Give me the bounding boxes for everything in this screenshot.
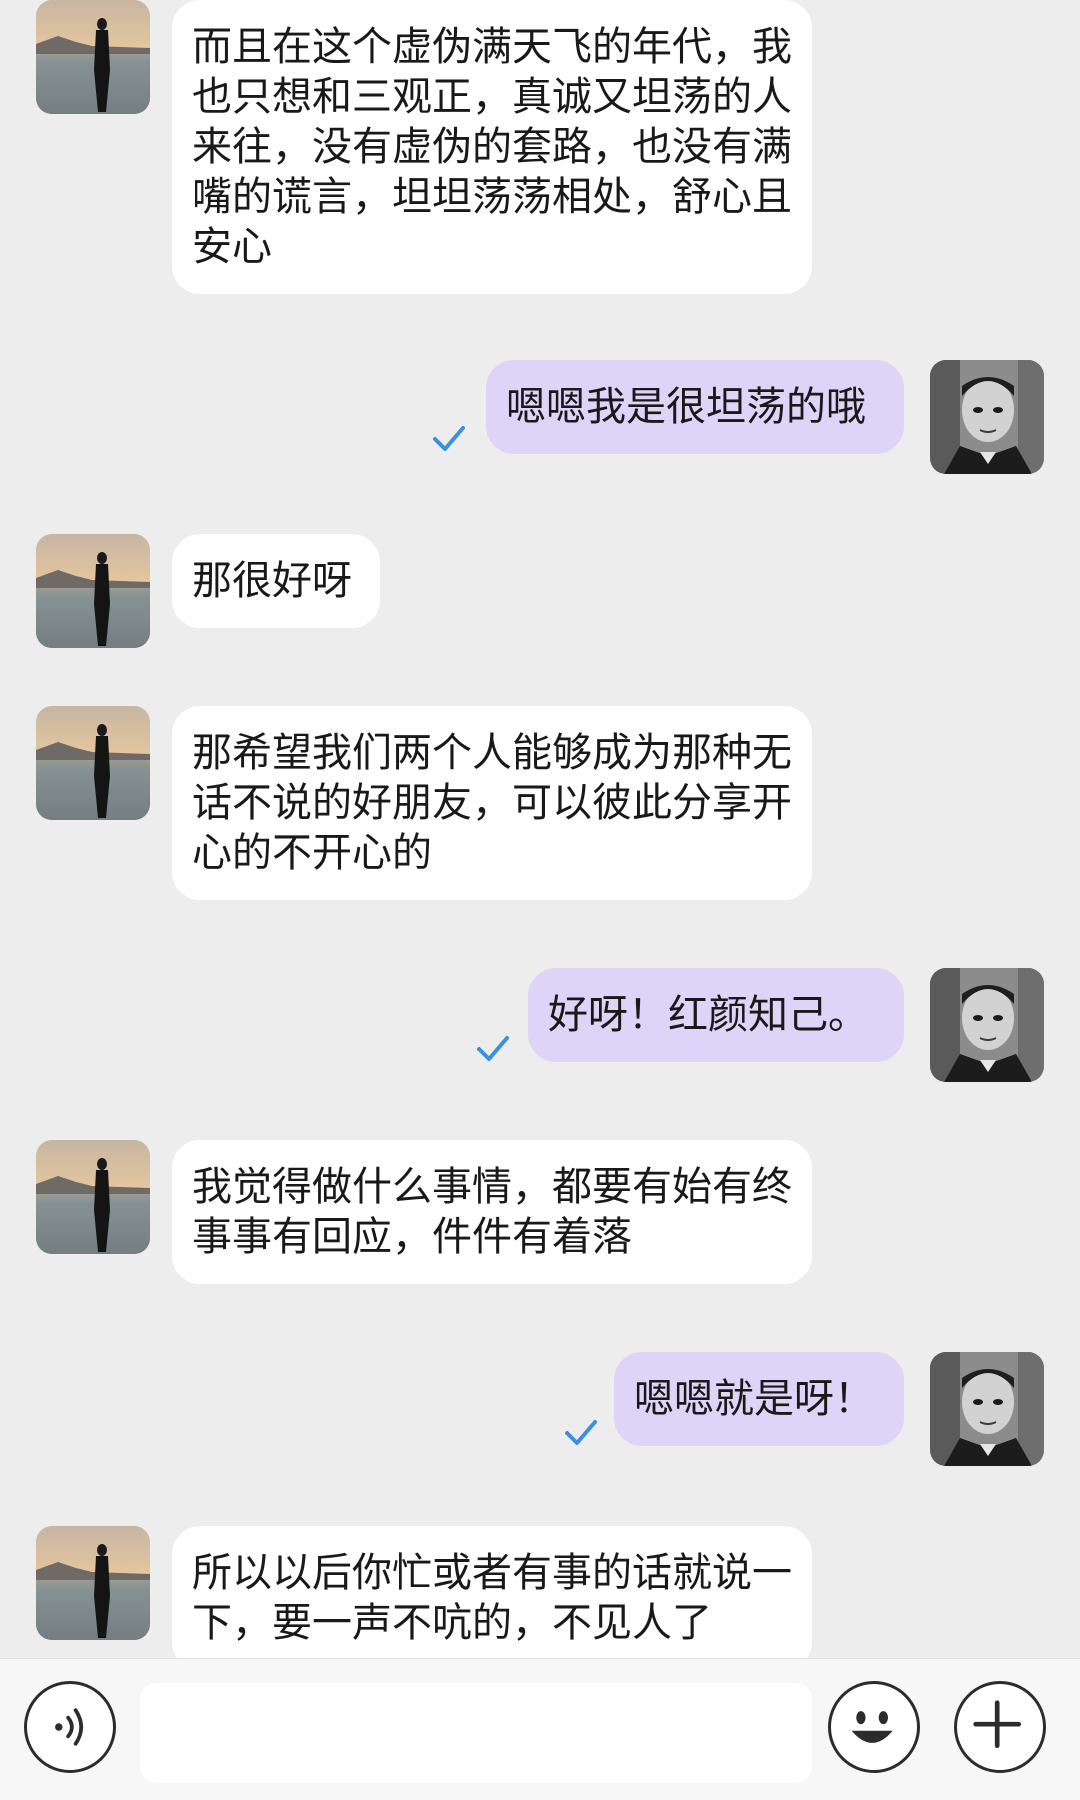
message-input[interactable] <box>140 1683 812 1783</box>
contact-avatar[interactable] <box>36 0 150 114</box>
message-bubble-outgoing[interactable]: 嗯嗯就是呀！ <box>614 1352 904 1446</box>
read-check-icon <box>564 1418 598 1448</box>
message-bubble-incoming[interactable]: 我觉得做什么事情，都要有始有终 事事有回应，件件有着落 <box>172 1140 812 1284</box>
contact-avatar[interactable] <box>36 1140 150 1254</box>
my-avatar[interactable] <box>930 360 1044 474</box>
my-avatar[interactable] <box>930 1352 1044 1466</box>
message-bubble-incoming[interactable]: 那希望我们两个人能够成为那种无话不说的好朋友，可以彼此分享开心的不开心的 <box>172 706 812 900</box>
read-check-icon <box>432 424 466 454</box>
message-bubble-outgoing[interactable]: 好呀！红颜知己。 <box>528 968 904 1062</box>
contact-avatar[interactable] <box>36 534 150 648</box>
plus-icon <box>973 1700 1022 1749</box>
more-button[interactable] <box>954 1681 1046 1773</box>
message-bubble-incoming[interactable]: 而且在这个虚伪满天飞的年代，我也只想和三观正，真诚又坦荡的人来往，没有虚伪的套路… <box>172 0 812 294</box>
message-bubble-incoming[interactable]: 所以以后你忙或者有事的话就说一下，要一声不吭的，不见人了 <box>172 1526 812 1658</box>
read-check-icon <box>476 1034 510 1064</box>
contact-avatar[interactable] <box>36 706 150 820</box>
message-bubble-incoming[interactable]: 那很好呀 <box>172 534 380 628</box>
emoji-button[interactable] <box>828 1681 920 1773</box>
message-bubble-outgoing[interactable]: 嗯嗯我是很坦荡的哦 <box>486 360 904 454</box>
emoji-icon <box>851 1711 893 1743</box>
voice-button[interactable] <box>24 1681 116 1773</box>
voice-icon <box>55 1708 84 1746</box>
chat-area[interactable]: 而且在这个虚伪满天飞的年代，我也只想和三观正，真诚又坦荡的人来往，没有虚伪的套路… <box>0 0 1080 1658</box>
input-bar <box>0 1658 1080 1800</box>
my-avatar[interactable] <box>930 968 1044 1082</box>
contact-avatar[interactable] <box>36 1526 150 1640</box>
